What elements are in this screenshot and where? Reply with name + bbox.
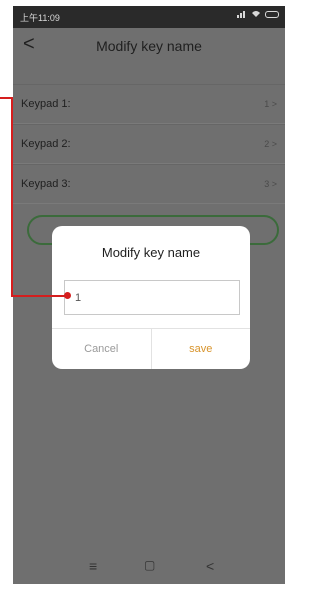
wifi-icon xyxy=(252,11,260,17)
callout-dot xyxy=(64,292,71,299)
system-back-icon[interactable]: < xyxy=(206,558,214,574)
callout-line-horizontal xyxy=(11,295,68,297)
save-button[interactable]: save xyxy=(152,329,251,369)
key-name-input[interactable] xyxy=(64,280,240,315)
keypad-label: Keypad 3: xyxy=(21,178,71,190)
cancel-button[interactable]: Cancel xyxy=(52,329,152,369)
signal-icon xyxy=(237,11,245,18)
status-icons xyxy=(237,10,279,18)
status-bar: 上午11:09 xyxy=(13,6,285,28)
home-icon[interactable]: ▢ xyxy=(144,558,155,572)
system-nav-bar: ≡ ▢ < xyxy=(13,550,285,584)
menu-icon[interactable]: ≡ xyxy=(89,558,97,574)
keypad-value: 3 > xyxy=(264,179,277,189)
callout-line-vertical xyxy=(11,97,13,297)
battery-icon xyxy=(265,10,279,18)
status-time: 上午11:09 xyxy=(20,13,60,23)
keypad-row-1[interactable]: Keypad 1: 1 > xyxy=(13,84,285,124)
keypad-label: Keypad 2: xyxy=(21,138,71,150)
keypad-value: 1 > xyxy=(264,99,277,109)
keypad-row-3[interactable]: Keypad 3: 3 > xyxy=(13,164,285,204)
nav-bar: < Modify key name xyxy=(13,28,285,62)
keypad-label: Keypad 1: xyxy=(21,98,71,110)
keypad-value: 2 > xyxy=(264,139,277,149)
keypad-list: Keypad 1: 1 > Keypad 2: 2 > Keypad 3: 3 … xyxy=(13,84,285,204)
modify-key-dialog: Modify key name Cancel save xyxy=(52,226,250,369)
dialog-actions: Cancel save xyxy=(52,328,250,369)
page-title: Modify key name xyxy=(96,38,202,54)
dialog-title: Modify key name xyxy=(101,245,201,260)
keypad-row-2[interactable]: Keypad 2: 2 > xyxy=(13,124,285,164)
